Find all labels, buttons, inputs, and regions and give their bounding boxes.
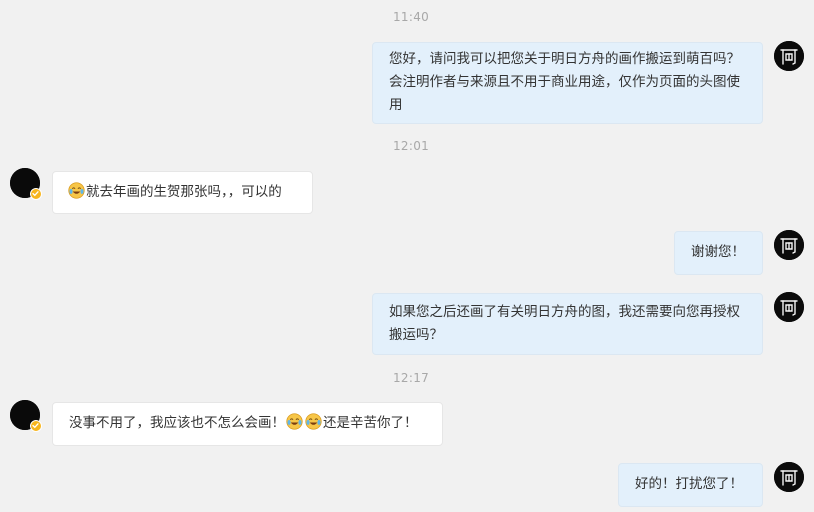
verified-badge	[30, 188, 42, 200]
message-bubble-outgoing[interactable]: 谢谢您！	[674, 231, 763, 275]
message-text: 您好，请问我可以把您关于明日方舟的画作搬运到萌百吗？会注明作者与来源且不用于商业…	[389, 51, 740, 113]
laugh-cry-emoji-icon	[305, 413, 322, 430]
message-text: 就去年画的生贺那张吗，，可以的	[86, 184, 282, 200]
contact-avatar[interactable]	[10, 168, 42, 200]
calligraphy-avatar-icon	[774, 41, 804, 71]
laugh-cry-emoji-icon	[286, 413, 303, 430]
self-avatar[interactable]	[774, 462, 804, 492]
verified-badge-icon	[32, 423, 39, 429]
timestamp: 12:01	[393, 139, 430, 153]
self-avatar[interactable]	[774, 230, 804, 260]
laugh-cry-emoji-icon	[68, 182, 85, 199]
message-text: 好的！打扰您了！	[635, 476, 743, 492]
timestamp: 12:17	[393, 371, 430, 385]
message-bubble-incoming[interactable]: 没事不用了，我应该也不怎么会画！ 还是辛苦你了！	[52, 402, 443, 446]
self-avatar[interactable]	[774, 41, 804, 71]
message-text: 谢谢您！	[691, 244, 745, 260]
message-bubble-outgoing[interactable]: 您好，请问我可以把您关于明日方舟的画作搬运到萌百吗？会注明作者与来源且不用于商业…	[372, 42, 763, 124]
timestamp: 11:40	[393, 10, 430, 24]
contact-avatar[interactable]	[10, 400, 42, 432]
message-text: 如果您之后还画了有关明日方舟的图，我还需要向您再授权搬运吗？	[389, 304, 740, 343]
calligraphy-avatar-icon	[774, 230, 804, 260]
verified-badge	[30, 420, 42, 432]
message-text: 还是辛苦你了！	[323, 415, 418, 431]
calligraphy-avatar-icon	[774, 462, 804, 492]
verified-badge-icon	[32, 191, 39, 197]
self-avatar[interactable]	[774, 292, 804, 322]
message-text: 没事不用了，我应该也不怎么会画！	[69, 415, 285, 431]
message-bubble-outgoing[interactable]: 如果您之后还画了有关明日方舟的图，我还需要向您再授权搬运吗？	[372, 293, 763, 355]
calligraphy-avatar-icon	[774, 292, 804, 322]
message-bubble-outgoing[interactable]: 好的！打扰您了！	[618, 463, 763, 507]
message-bubble-incoming[interactable]: 就去年画的生贺那张吗，，可以的	[52, 171, 313, 214]
